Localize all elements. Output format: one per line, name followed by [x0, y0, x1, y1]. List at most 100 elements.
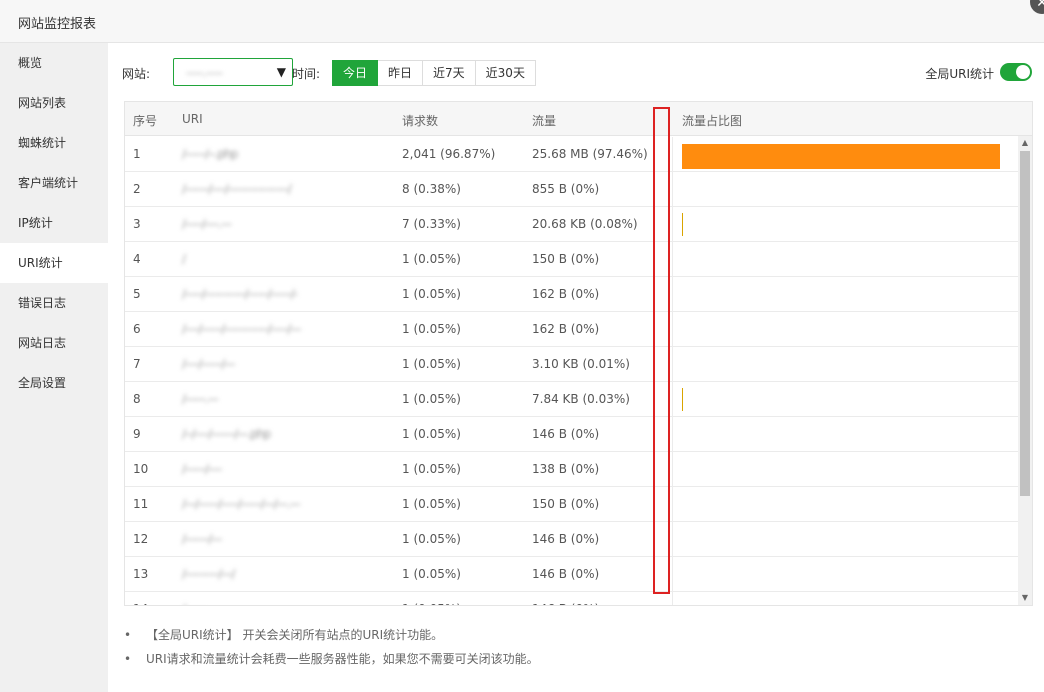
- main-panel: 网站: -----.----- ▼ 时间: 今日 昨日 近7天 近30天 全局U…: [108, 43, 1044, 692]
- row-traffic: 162 B (0%): [532, 287, 600, 301]
- row-requests: 1 (0.05%): [402, 602, 461, 605]
- row-requests: 1 (0.05%): [402, 427, 461, 441]
- row-index: 4: [133, 252, 141, 266]
- note-text: 【全局URI统计】 开关会关闭所有站点的URI统计功能。: [146, 628, 444, 642]
- time-today-button[interactable]: 今日: [332, 60, 379, 86]
- table-row: 6 /----/------/-------------/-----/--- 1 (…: [125, 312, 1018, 347]
- column-divider: [672, 137, 673, 171]
- row-traffic: 20.68 KB (0.08%): [532, 217, 638, 231]
- row-requests: 1 (0.05%): [402, 462, 461, 476]
- sidebar-item-global-settings[interactable]: 全局设置: [0, 363, 108, 403]
- traffic-share-bar: [682, 144, 1000, 169]
- table-header: 序号 URI 请求数 流量 流量占比图: [125, 102, 1032, 136]
- global-uri-toggle[interactable]: [1000, 63, 1032, 81]
- row-uri: /--/----/-------/---.php: [182, 427, 271, 441]
- row-index: 6: [133, 322, 141, 336]
- row-requests: 2,041 (96.87%): [402, 147, 496, 161]
- row-uri: /-----/----.---: [182, 217, 232, 231]
- column-divider: [672, 382, 673, 416]
- time-yesterday-button[interactable]: 昨日: [378, 60, 424, 86]
- column-divider: [672, 592, 673, 605]
- row-requests: 1 (0.05%): [402, 532, 461, 546]
- sidebar-item-spider-stats[interactable]: 蜘蛛统计: [0, 123, 108, 163]
- table-row: 1 /------/--.php 2,041 (96.87%) 25.68 MB (9…: [125, 137, 1018, 172]
- scroll-thumb[interactable]: [1020, 151, 1030, 496]
- sidebar-item-error-log[interactable]: 错误日志: [0, 283, 108, 323]
- row-index: 14: [133, 602, 148, 605]
- row-uri: /: [182, 252, 186, 266]
- row-requests: 1 (0.05%): [402, 392, 461, 406]
- row-traffic: 146 B (0%): [532, 532, 600, 546]
- row-uri: /------/----: [182, 462, 222, 476]
- row-requests: 1 (0.05%): [402, 497, 461, 511]
- table-row: 9 /--/----/-------/---.php 1 (0.05%) 146 B …: [125, 417, 1018, 452]
- table-row: 10 /------/---- 1 (0.05%) 138 B (0%): [125, 452, 1018, 487]
- col-requests: 请求数: [402, 114, 439, 128]
- scroll-down-icon[interactable]: ▼: [1018, 592, 1032, 604]
- row-traffic: 138 B (0%): [532, 462, 600, 476]
- uri-table: 序号 URI 请求数 流量 流量占比图 1 /------/--.php 2,041…: [124, 101, 1033, 606]
- table-row: 3 /-----/----.--- 7 (0.33%) 20.68 KB (0.08%…: [125, 207, 1018, 242]
- table-row: 7 /----/------/--- 1 (0.05%) 3.10 KB (0.01%…: [125, 347, 1018, 382]
- row-requests: 1 (0.05%): [402, 252, 461, 266]
- row-traffic: 7.84 KB (0.03%): [532, 392, 630, 406]
- row-uri: /---/------/-----/------/---/---.---: [182, 497, 301, 511]
- col-index: 序号: [133, 114, 158, 128]
- note-text: URI请求和流量统计会耗费一些服务器性能，如果您不需要可关闭该功能。: [146, 652, 539, 666]
- column-divider: [672, 347, 673, 381]
- time-range-group: 今日 昨日 近7天 近30天: [332, 60, 536, 86]
- sidebar-item-site-list[interactable]: 网站列表: [0, 83, 108, 123]
- note-item: • 【全局URI统计】 开关会关闭所有站点的URI统计功能。: [124, 623, 1024, 647]
- row-requests: 1 (0.05%): [402, 322, 461, 336]
- row-traffic: 150 B (0%): [532, 252, 600, 266]
- global-uri-label: 全局URI统计: [925, 67, 994, 81]
- row-traffic: 3.10 KB (0.01%): [532, 357, 630, 371]
- sidebar-item-ip-stats[interactable]: IP统计: [0, 203, 108, 243]
- close-icon[interactable]: ✕: [1030, 0, 1044, 14]
- row-index: 5: [133, 287, 141, 301]
- row-traffic: 146 B (0%): [532, 602, 599, 605]
- row-traffic: 146 B (0%): [532, 567, 600, 581]
- column-divider: [672, 172, 673, 206]
- column-divider: [672, 242, 673, 276]
- time-label: 时间:: [292, 67, 321, 81]
- bullet-icon: •: [124, 652, 132, 666]
- column-divider: [672, 487, 673, 521]
- sidebar-item-client-stats[interactable]: 客户端统计: [0, 163, 108, 203]
- col-uri: URI: [182, 112, 203, 126]
- table-scrollbar[interactable]: ▲ ▼: [1018, 136, 1032, 605]
- traffic-share-bar: [682, 213, 683, 236]
- column-divider: [672, 522, 673, 556]
- table-row: 11 /---/------/-----/------/---/---.--- 1 …: [125, 487, 1018, 522]
- row-uri: /----/------/---: [182, 357, 235, 371]
- table-row: 2 /-------/----/------------------/ 8 (0.3…: [125, 172, 1018, 207]
- row-index: 2: [133, 182, 141, 196]
- site-label: 网站:: [122, 67, 151, 81]
- row-uri: /------.---: [182, 392, 219, 406]
- row-index: 7: [133, 357, 141, 371]
- row-uri: /------/--.php: [182, 147, 238, 161]
- column-divider: [672, 452, 673, 486]
- site-select[interactable]: -----.----- ▼: [173, 58, 293, 86]
- col-traffic: 流量: [532, 114, 557, 128]
- row-traffic: 146 B (0%): [532, 427, 600, 441]
- row-traffic: 855 B (0%): [532, 182, 600, 196]
- time-30days-button[interactable]: 近30天: [475, 60, 536, 86]
- row-index: 13: [133, 567, 149, 581]
- sidebar-item-overview[interactable]: 概览: [0, 43, 108, 83]
- scroll-up-icon[interactable]: ▲: [1018, 137, 1032, 149]
- table-row: 13 /----------/---/ 1 (0.05%) 146 B (0%): [125, 557, 1018, 592]
- row-index: 12: [133, 532, 149, 546]
- sidebar-item-uri-stats[interactable]: URI统计: [0, 243, 108, 283]
- row-requests: 8 (0.38%): [402, 182, 461, 196]
- filter-bar: 网站: -----.----- ▼ 时间: 今日 昨日 近7天 近30天 全局U…: [122, 58, 1032, 86]
- caret-down-icon: ▼: [276, 65, 286, 79]
- title-bar: 网站监控报表 ✕: [0, 0, 1044, 43]
- col-traffic-share: 流量占比图: [682, 114, 743, 128]
- time-7days-button[interactable]: 近7天: [423, 60, 476, 86]
- note-item: • URI请求和流量统计会耗费一些服务器性能，如果您不需要可关闭该功能。: [124, 647, 1024, 671]
- toggle-knob: [1016, 65, 1030, 79]
- window-title: 网站监控报表: [18, 17, 97, 32]
- sidebar-item-site-log[interactable]: 网站日志: [0, 323, 108, 363]
- table-body: 1 /------/--.php 2,041 (96.87%) 25.68 MB (9…: [125, 137, 1018, 605]
